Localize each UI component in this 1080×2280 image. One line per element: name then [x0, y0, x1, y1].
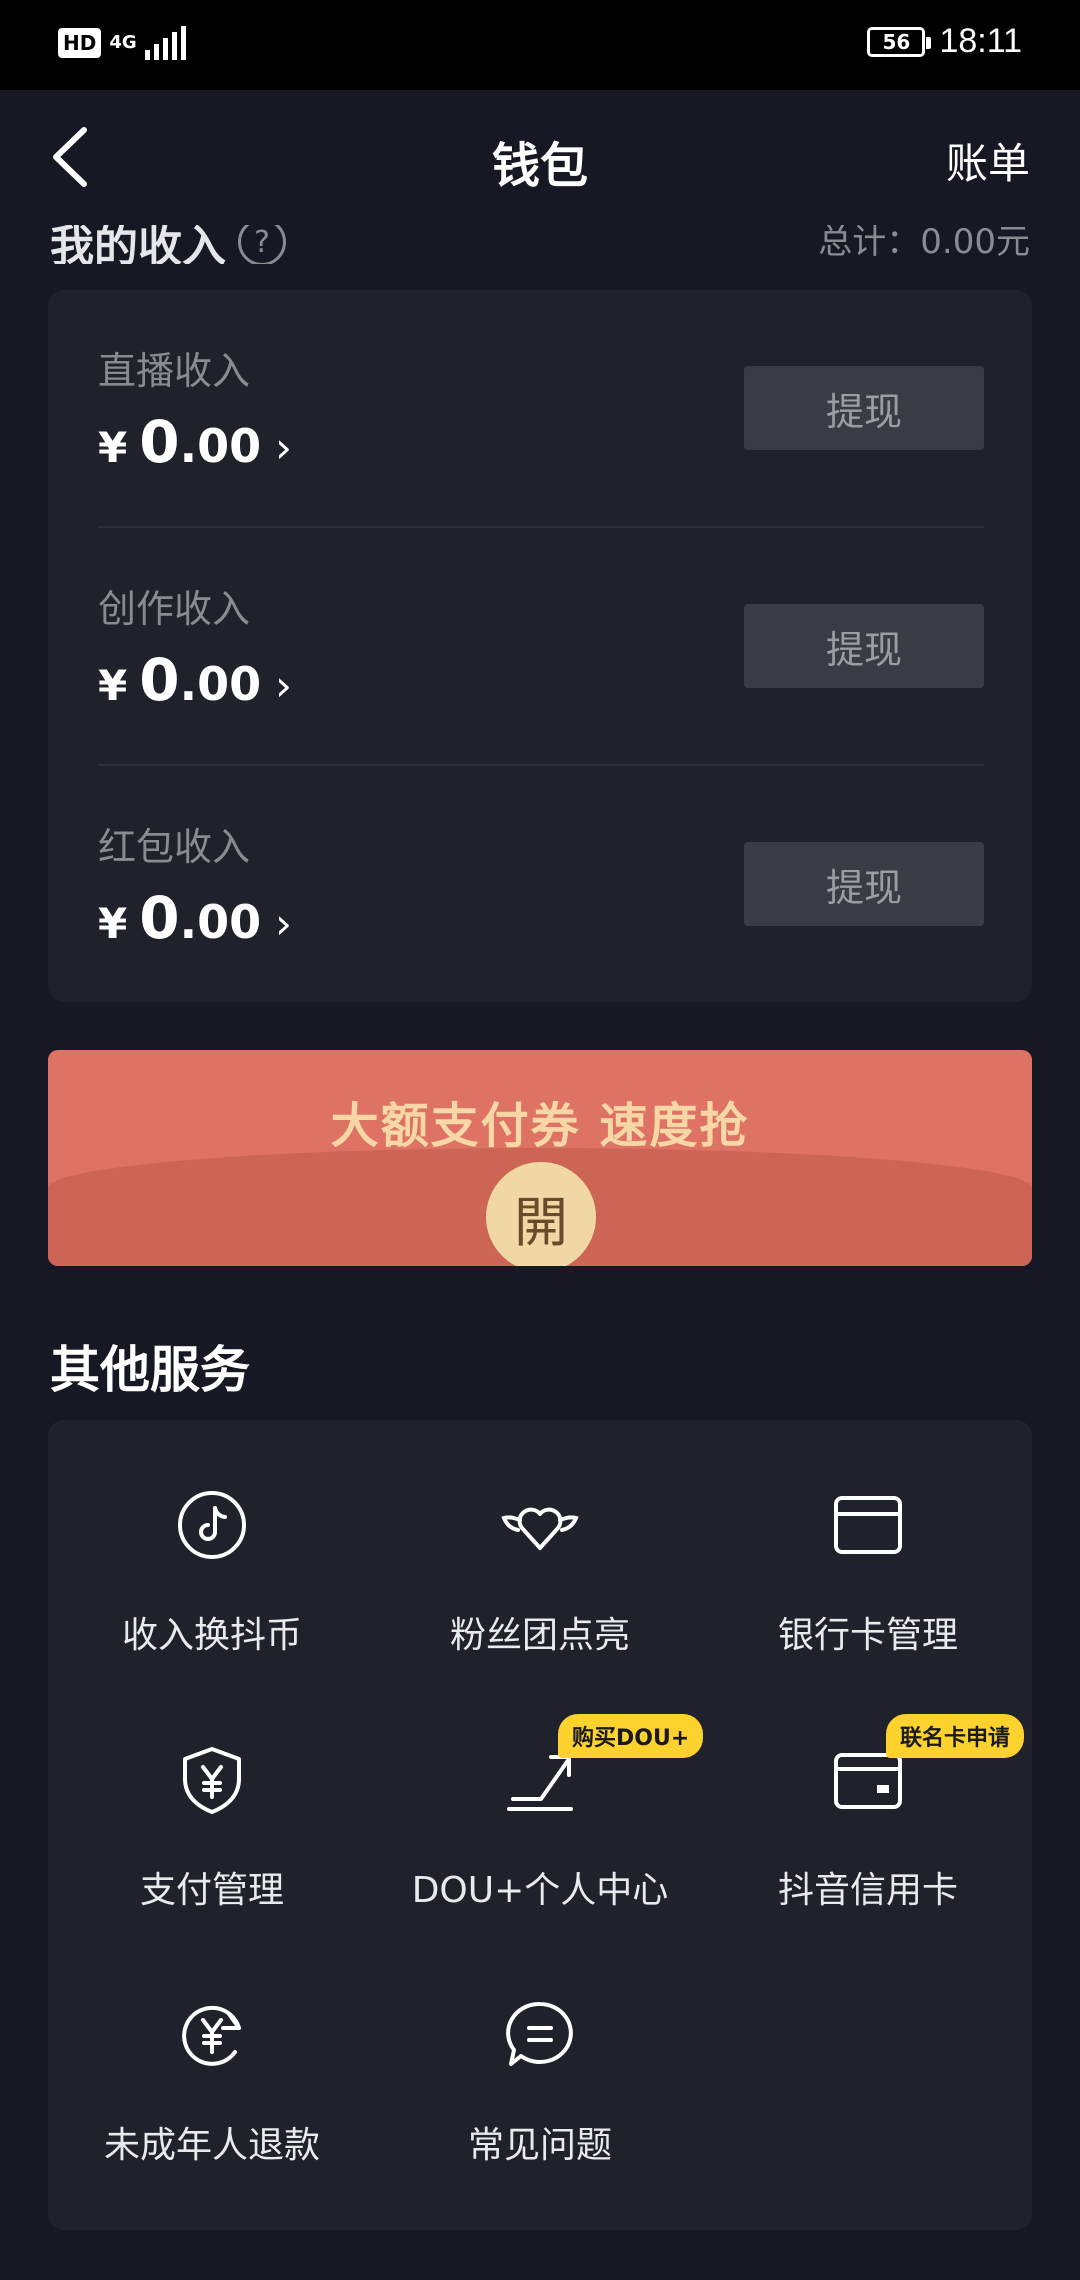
amount-integer: 0 [139, 884, 180, 952]
income-amount[interactable]: ¥ 0 .00 › [98, 408, 292, 476]
service-faq[interactable]: 常见问题 [376, 1930, 704, 2185]
status-bar: HD 4G 56 18:11 [0, 0, 1080, 90]
currency-symbol: ¥ [98, 899, 128, 948]
chevron-right-icon: › [275, 899, 292, 948]
amount-decimal: .00 [179, 419, 262, 473]
income-label: 直播收入 [98, 349, 251, 393]
hd-indicator: HD [58, 28, 102, 58]
service-label: 常见问题 [467, 2125, 612, 2166]
chevron-right-icon: › [275, 423, 292, 472]
currency-symbol: ¥ [98, 661, 128, 710]
income-row-creation: 创作收入 ¥ 0 .00 › 提现 [98, 528, 984, 766]
amount-decimal: .00 [179, 657, 262, 711]
service-label: 收入换抖币 [121, 1615, 302, 1656]
battery-icon: 56 [867, 26, 932, 57]
income-amount[interactable]: ¥ 0 .00 › [98, 646, 292, 714]
services-title: 其他服务 [50, 1341, 250, 1399]
open-envelope-icon[interactable]: 開 [486, 1162, 596, 1266]
app-header: 钱包 账单 [0, 90, 1080, 225]
promo-text: 大额支付券 速度抢 [330, 1098, 750, 1154]
buy-dou-badge[interactable]: 购买DOU+ [558, 1714, 704, 1758]
service-label: DOU+个人中心 [411, 1870, 669, 1911]
network-indicator: 4G [109, 32, 137, 53]
signal-icon [144, 26, 186, 60]
chevron-right-icon: › [275, 661, 292, 710]
chat-faq-icon [505, 2000, 575, 2070]
battery-level: 56 [882, 29, 911, 54]
promo-banner[interactable]: 大额支付券 速度抢 開 [48, 1050, 1032, 1266]
service-minor-refund[interactable]: 未成年人退款 [48, 1930, 376, 2185]
income-label: 红包收入 [98, 825, 251, 869]
service-label: 粉丝团点亮 [449, 1615, 630, 1656]
income-card: 直播收入 ¥ 0 .00 › 提现 创作收入 ¥ 0 .00 › 提现 红包收入… [48, 290, 1032, 1002]
tiktok-coin-icon [177, 1490, 247, 1560]
service-income-to-coins[interactable]: 收入换抖币 [48, 1420, 376, 1675]
amount-integer: 0 [139, 408, 180, 476]
income-row-redpacket: 红包收入 ¥ 0 .00 › 提现 [98, 766, 984, 1004]
service-label: 抖音信用卡 [777, 1870, 958, 1911]
withdraw-button[interactable]: 提现 [744, 842, 984, 926]
income-row-live: 直播收入 ¥ 0 .00 › 提现 [98, 290, 984, 528]
service-fan-club[interactable]: 粉丝团点亮 [376, 1420, 704, 1675]
service-payment-manage[interactable]: 支付管理 [48, 1675, 376, 1930]
winged-heart-icon [501, 1490, 579, 1560]
amount-integer: 0 [139, 646, 180, 714]
currency-symbol: ¥ [98, 423, 128, 472]
shield-yen-icon [177, 1745, 247, 1815]
service-label: 支付管理 [139, 1870, 284, 1911]
income-label: 创作收入 [98, 587, 251, 631]
services-card: 收入换抖币 粉丝团点亮 银行卡管理 支付管理 DOU+个人中心 购买DOU+ 抖… [48, 1420, 1032, 2230]
service-label: 未成年人退款 [103, 2125, 320, 2166]
bill-link[interactable]: 账单 [946, 130, 1030, 191]
withdraw-button[interactable]: 提现 [744, 366, 984, 450]
co-brand-card-badge[interactable]: 联名卡申请 [886, 1714, 1025, 1758]
service-bank-card[interactable]: 银行卡管理 [704, 1420, 1032, 1675]
amount-decimal: .00 [179, 895, 262, 949]
yen-refund-icon [177, 2000, 247, 2070]
bank-card-icon [833, 1490, 903, 1560]
clock: 18:11 [939, 22, 1022, 60]
service-label: 银行卡管理 [777, 1615, 958, 1656]
withdraw-button[interactable]: 提现 [744, 604, 984, 688]
page-title: 钱包 [491, 138, 588, 194]
income-amount[interactable]: ¥ 0 .00 › [98, 884, 292, 952]
